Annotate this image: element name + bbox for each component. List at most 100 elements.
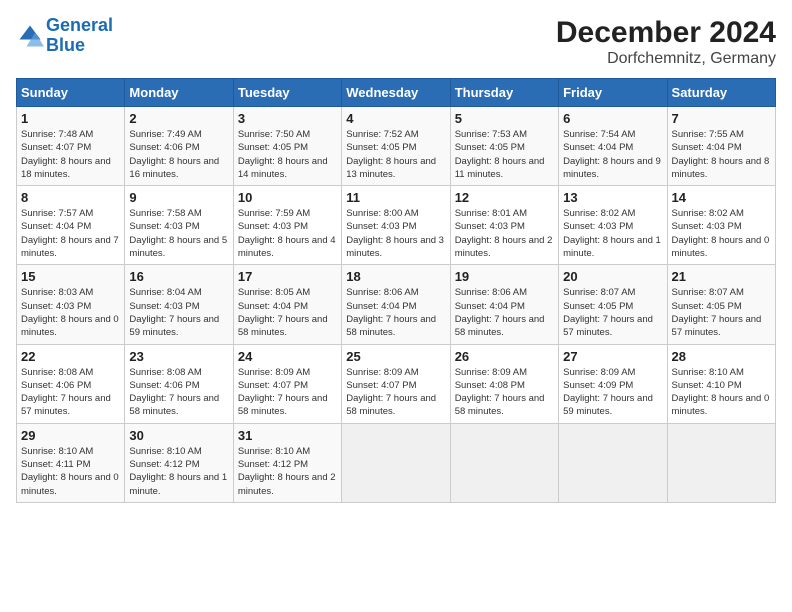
logo-text: General Blue [46,16,113,56]
calendar-cell: 24 Sunrise: 8:09 AM Sunset: 4:07 PM Dayli… [233,344,341,423]
day-number: 18 [346,269,445,284]
calendar-cell: 28Sunrise: 8:10 AM Sunset: 4:10 PM Dayli… [667,344,775,423]
calendar-table: SundayMondayTuesdayWednesdayThursdayFrid… [16,78,776,503]
day-info: Sunrise: 8:04 AM Sunset: 4:03 PM Dayligh… [129,286,228,339]
day-info: Sunrise: 8:09 AM Sunset: 4:07 PM Dayligh… [346,366,445,419]
day-number: 23 [129,349,228,364]
calendar-cell: 18 Sunrise: 8:06 AM Sunset: 4:04 PM Dayli… [342,265,450,344]
calendar-cell: 6 Sunrise: 7:54 AM Sunset: 4:04 PM Daylig… [559,107,667,186]
weekday-header-saturday: Saturday [667,79,775,107]
day-number: 1 [21,111,120,126]
day-info: Sunrise: 7:49 AM Sunset: 4:06 PM Dayligh… [129,128,228,181]
week-row-0: 1 Sunrise: 7:48 AM Sunset: 4:07 PM Daylig… [17,107,776,186]
calendar-cell: 11 Sunrise: 8:00 AM Sunset: 4:03 PM Dayli… [342,186,450,265]
day-info: Sunrise: 8:10 AM Sunset: 4:12 PM Dayligh… [129,445,228,498]
day-number: 17 [238,269,337,284]
calendar-cell: 26Sunrise: 8:09 AM Sunset: 4:08 PM Dayli… [450,344,558,423]
day-number: 10 [238,190,337,205]
calendar-title: December 2024 [556,16,776,50]
day-info: Sunrise: 8:01 AM Sunset: 4:03 PM Dayligh… [455,207,554,260]
day-info: Sunrise: 7:53 AM Sunset: 4:05 PM Dayligh… [455,128,554,181]
day-info: Sunrise: 8:10 AM Sunset: 4:12 PM Dayligh… [238,445,337,498]
day-number: 20 [563,269,662,284]
weekday-header-wednesday: Wednesday [342,79,450,107]
day-number: 31 [238,428,337,443]
page-header: General Blue December 2024 Dorfchemnitz,… [16,16,776,68]
day-number: 16 [129,269,228,284]
day-number: 30 [129,428,228,443]
day-info: Sunrise: 8:02 AM Sunset: 4:03 PM Dayligh… [563,207,662,260]
calendar-cell: 4Sunrise: 7:52 AM Sunset: 4:05 PM Daylig… [342,107,450,186]
calendar-cell: 10 Sunrise: 7:59 AM Sunset: 4:03 PM Dayli… [233,186,341,265]
calendar-cell: 8 Sunrise: 7:57 AM Sunset: 4:04 PM Daylig… [17,186,125,265]
day-info: Sunrise: 8:06 AM Sunset: 4:04 PM Dayligh… [346,286,445,339]
calendar-cell: 3 Sunrise: 7:50 AM Sunset: 4:05 PM Daylig… [233,107,341,186]
day-number: 13 [563,190,662,205]
logo: General Blue [16,16,113,56]
day-number: 5 [455,111,554,126]
calendar-cell: 13 Sunrise: 8:02 AM Sunset: 4:03 PM Dayli… [559,186,667,265]
calendar-cell [450,423,558,502]
day-number: 14 [672,190,771,205]
day-info: Sunrise: 8:00 AM Sunset: 4:03 PM Dayligh… [346,207,445,260]
calendar-cell: 12 Sunrise: 8:01 AM Sunset: 4:03 PM Dayli… [450,186,558,265]
day-number: 3 [238,111,337,126]
day-number: 26 [455,349,554,364]
weekday-header-thursday: Thursday [450,79,558,107]
calendar-cell: 2Sunrise: 7:49 AM Sunset: 4:06 PM Daylig… [125,107,233,186]
day-info: Sunrise: 7:50 AM Sunset: 4:05 PM Dayligh… [238,128,337,181]
calendar-cell: 20 Sunrise: 8:07 AM Sunset: 4:05 PM Dayli… [559,265,667,344]
title-block: December 2024 Dorfchemnitz, Germany [556,16,776,68]
week-row-3: 22 Sunrise: 8:08 AM Sunset: 4:06 PM Dayli… [17,344,776,423]
day-number: 7 [672,111,771,126]
day-number: 29 [21,428,120,443]
week-row-4: 29 Sunrise: 8:10 AM Sunset: 4:11 PM Dayli… [17,423,776,502]
calendar-cell: 5 Sunrise: 7:53 AM Sunset: 4:05 PM Daylig… [450,107,558,186]
day-info: Sunrise: 7:55 AM Sunset: 4:04 PM Dayligh… [672,128,771,181]
day-number: 8 [21,190,120,205]
day-number: 6 [563,111,662,126]
day-info: Sunrise: 8:09 AM Sunset: 4:07 PM Dayligh… [238,366,337,419]
calendar-cell: 29 Sunrise: 8:10 AM Sunset: 4:11 PM Dayli… [17,423,125,502]
calendar-cell: 23 Sunrise: 8:08 AM Sunset: 4:06 PM Dayli… [125,344,233,423]
calendar-cell [667,423,775,502]
day-info: Sunrise: 8:02 AM Sunset: 4:03 PM Dayligh… [672,207,771,260]
day-info: Sunrise: 8:10 AM Sunset: 4:11 PM Dayligh… [21,445,120,498]
calendar-cell: 9 Sunrise: 7:58 AM Sunset: 4:03 PM Daylig… [125,186,233,265]
weekday-header-friday: Friday [559,79,667,107]
calendar-subtitle: Dorfchemnitz, Germany [556,50,776,68]
day-number: 19 [455,269,554,284]
week-row-1: 8 Sunrise: 7:57 AM Sunset: 4:04 PM Daylig… [17,186,776,265]
day-number: 9 [129,190,228,205]
day-info: Sunrise: 7:52 AM Sunset: 4:05 PM Dayligh… [346,128,445,181]
day-info: Sunrise: 8:08 AM Sunset: 4:06 PM Dayligh… [129,366,228,419]
calendar-cell: 21Sunrise: 8:07 AM Sunset: 4:05 PM Dayli… [667,265,775,344]
day-number: 21 [672,269,771,284]
logo-blue: Blue [46,35,85,55]
day-info: Sunrise: 8:08 AM Sunset: 4:06 PM Dayligh… [21,366,120,419]
calendar-cell [559,423,667,502]
day-info: Sunrise: 8:10 AM Sunset: 4:10 PM Dayligh… [672,366,771,419]
logo-general: General [46,15,113,35]
day-number: 12 [455,190,554,205]
day-info: Sunrise: 7:59 AM Sunset: 4:03 PM Dayligh… [238,207,337,260]
calendar-cell: 27Sunrise: 8:09 AM Sunset: 4:09 PM Dayli… [559,344,667,423]
day-info: Sunrise: 7:57 AM Sunset: 4:04 PM Dayligh… [21,207,120,260]
calendar-cell: 7 Sunrise: 7:55 AM Sunset: 4:04 PM Daylig… [667,107,775,186]
day-number: 11 [346,190,445,205]
day-info: Sunrise: 8:07 AM Sunset: 4:05 PM Dayligh… [563,286,662,339]
calendar-cell: 25Sunrise: 8:09 AM Sunset: 4:07 PM Dayli… [342,344,450,423]
weekday-header-monday: Monday [125,79,233,107]
calendar-cell: 17 Sunrise: 8:05 AM Sunset: 4:04 PM Dayli… [233,265,341,344]
calendar-cell: 31 Sunrise: 8:10 AM Sunset: 4:12 PM Dayli… [233,423,341,502]
day-number: 22 [21,349,120,364]
weekday-header-tuesday: Tuesday [233,79,341,107]
day-info: Sunrise: 7:58 AM Sunset: 4:03 PM Dayligh… [129,207,228,260]
day-number: 24 [238,349,337,364]
calendar-cell: 19Sunrise: 8:06 AM Sunset: 4:04 PM Dayli… [450,265,558,344]
calendar-cell [342,423,450,502]
day-info: Sunrise: 7:48 AM Sunset: 4:07 PM Dayligh… [21,128,120,181]
calendar-cell: 1 Sunrise: 7:48 AM Sunset: 4:07 PM Daylig… [17,107,125,186]
day-info: Sunrise: 7:54 AM Sunset: 4:04 PM Dayligh… [563,128,662,181]
day-info: Sunrise: 8:05 AM Sunset: 4:04 PM Dayligh… [238,286,337,339]
